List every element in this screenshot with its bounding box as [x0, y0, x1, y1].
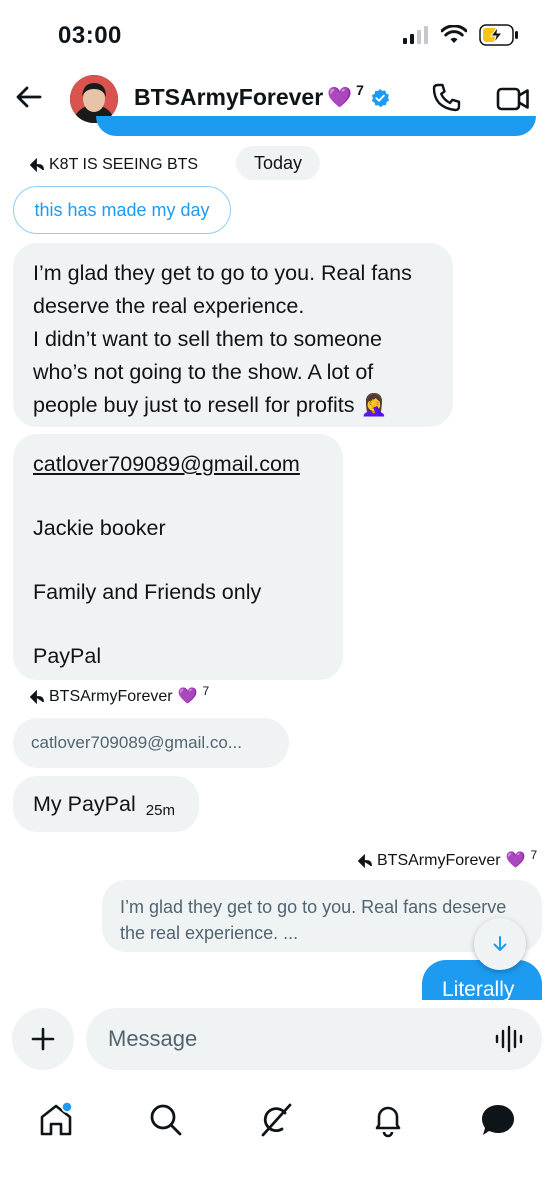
reply-context-text: K8T IS SEEING BTS	[49, 156, 199, 173]
name-superscript: 7	[356, 81, 364, 98]
plus-icon	[31, 1027, 55, 1051]
purple-heart-emoji: 💜	[327, 86, 353, 109]
message-input[interactable]: Message	[86, 1008, 542, 1070]
sent-message-bubble[interactable]: Literally	[422, 960, 542, 1000]
reply-context-label: K8T IS SEEING BTS	[30, 156, 198, 174]
reply-context-label: BTSArmyForever 💜 7	[30, 684, 209, 706]
email-link[interactable]: catlover709089@gmail.com	[33, 448, 323, 480]
received-message-bubble[interactable]: catlover709089@gmail.com Jackie booker F…	[13, 434, 343, 680]
message-line: I didn’t want to sell them to someone	[33, 327, 382, 351]
nav-grok[interactable]	[256, 1100, 296, 1140]
scroll-to-bottom-button[interactable]	[474, 918, 526, 970]
wifi-icon	[441, 25, 467, 43]
message-text: My PayPal	[33, 791, 136, 816]
sent-message-bubble-partial[interactable]	[96, 116, 536, 136]
message-line: Family and Friends only	[33, 580, 262, 604]
reply-context-text: BTSArmyForever	[377, 852, 501, 869]
date-separator: Today	[236, 146, 320, 180]
message-line: I’m glad they get to go to you. Real fan…	[33, 261, 412, 285]
message-text: Literally	[442, 978, 515, 1000]
message-timestamp: 25m	[145, 801, 175, 819]
status-bar: 03:00	[0, 0, 555, 70]
superscript: 7	[530, 848, 538, 862]
reply-context-text: BTSArmyForever	[49, 688, 173, 705]
verified-badge-icon	[371, 88, 389, 107]
reply-arrow-icon	[30, 158, 44, 172]
phone-icon[interactable]	[430, 82, 462, 114]
status-icons	[403, 24, 519, 46]
home-icon	[40, 1101, 73, 1136]
nav-messages[interactable]	[478, 1100, 518, 1140]
grok-icon	[261, 1103, 292, 1137]
search-icon	[150, 1104, 182, 1136]
reply-arrow-icon	[30, 690, 44, 704]
status-time: 03:00	[58, 22, 122, 49]
received-message-bubble[interactable]: My PayPal 25m	[13, 776, 199, 832]
add-attachment-button[interactable]	[12, 1008, 74, 1070]
voice-waveform-icon[interactable]	[494, 1024, 524, 1054]
cellular-signal-icon	[403, 26, 428, 44]
header-title[interactable]: BTSArmyForever 💜 7	[134, 81, 390, 111]
back-arrow-icon[interactable]	[14, 82, 44, 112]
battery-charging-icon	[479, 24, 518, 46]
message-line: who’s not going to the show. A lot of	[33, 360, 374, 384]
nav-home[interactable]	[36, 1100, 76, 1140]
arrow-down-icon	[493, 936, 507, 951]
nav-notifications[interactable]	[368, 1100, 408, 1140]
quoted-message[interactable]: catlover709089@gmail.co...	[13, 718, 289, 768]
reply-arrow-icon	[358, 854, 372, 868]
messages-icon	[482, 1105, 514, 1135]
message-line: deserve the real experience.	[33, 294, 305, 318]
message-line: Jackie booker	[33, 516, 166, 540]
message-line: PayPal	[33, 644, 102, 668]
nav-search[interactable]	[146, 1100, 186, 1140]
superscript: 7	[202, 684, 210, 698]
notifications-icon	[375, 1106, 401, 1138]
message-line: people buy just to resell for profits 🤦‍…	[33, 393, 388, 417]
received-message-bubble[interactable]: I’m glad they get to go to you. Real fan…	[13, 243, 453, 427]
purple-heart-emoji: 💜	[505, 852, 526, 869]
contact-name: BTSArmyForever	[134, 84, 324, 110]
video-icon[interactable]	[496, 84, 530, 114]
quoted-message[interactable]: this has made my day	[13, 186, 231, 234]
reply-context-label: BTSArmyForever 💜 7	[358, 848, 537, 870]
message-composer: Message	[0, 1000, 555, 1080]
bottom-navigation	[0, 1080, 555, 1200]
purple-heart-emoji: 💜	[177, 688, 198, 705]
